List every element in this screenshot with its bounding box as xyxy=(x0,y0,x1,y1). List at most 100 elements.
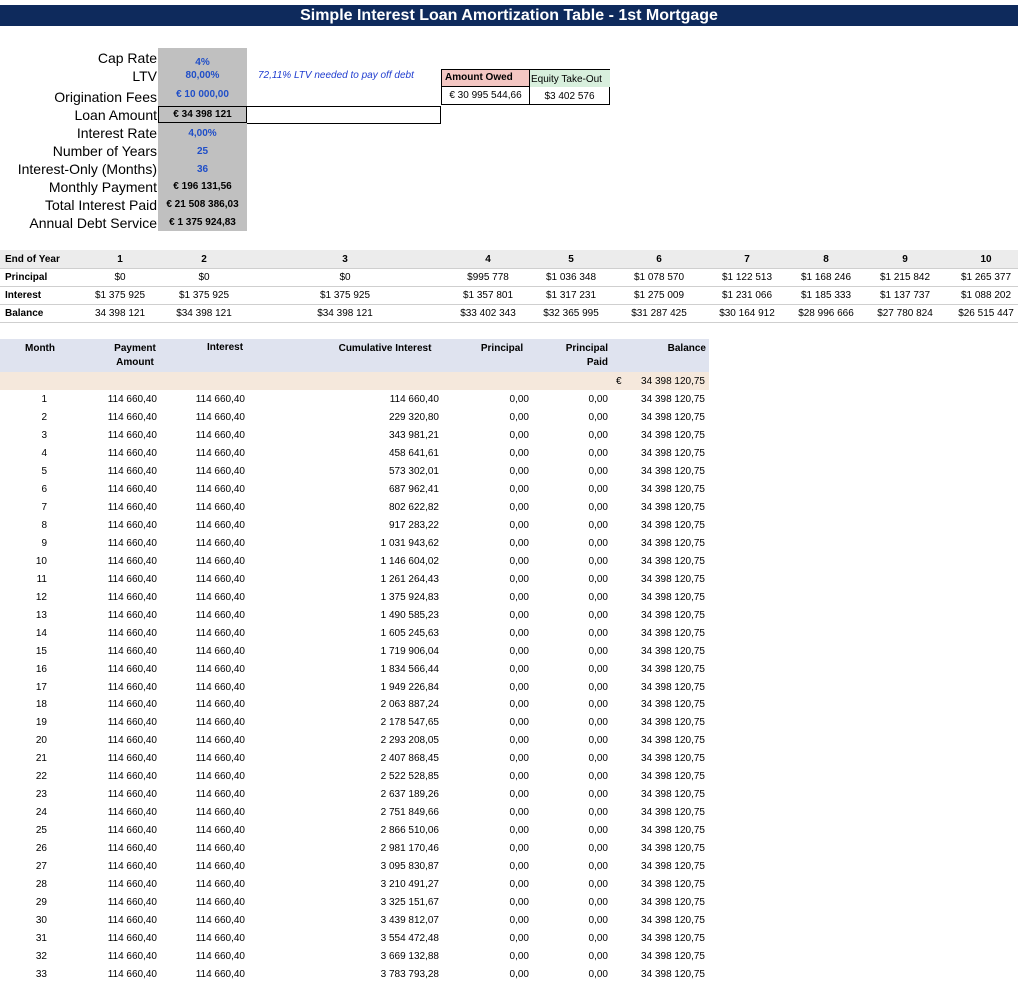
principal-cell[interactable]: 0,00 xyxy=(510,858,529,876)
principal-paid-cell[interactable]: 0,00 xyxy=(589,966,608,984)
balance-cell[interactable]: 34 398 120,75 xyxy=(641,607,705,625)
principal-cell[interactable]: 0,00 xyxy=(510,553,529,571)
yearly-cell[interactable]: $1 185 333 xyxy=(784,287,868,305)
balance-cell[interactable]: 34 398 120,75 xyxy=(641,912,705,930)
yearly-cell[interactable]: $33 402 343 xyxy=(446,305,530,323)
principal-cell[interactable]: 0,00 xyxy=(510,696,529,714)
principal-paid-cell[interactable]: 0,00 xyxy=(589,714,608,732)
principal-paid-cell[interactable]: 0,00 xyxy=(589,463,608,481)
cumulative-interest-cell[interactable]: 2 981 170,46 xyxy=(381,840,439,858)
payment-cell[interactable]: 114 660,40 xyxy=(108,427,157,445)
yearly-cell[interactable]: $0 xyxy=(162,269,246,287)
cumulative-interest-cell[interactable]: 1 031 943,62 xyxy=(381,535,439,553)
cumulative-interest-cell[interactable]: 2 637 189,26 xyxy=(381,786,439,804)
balance-cell[interactable]: 34 398 120,75 xyxy=(641,786,705,804)
yearly-cell[interactable]: $1 317 231 xyxy=(529,287,613,305)
cumulative-interest-cell[interactable]: 3 439 812,07 xyxy=(381,912,439,930)
principal-cell[interactable]: 0,00 xyxy=(510,481,529,499)
payment-cell[interactable]: 114 660,40 xyxy=(108,679,157,697)
cumulative-interest-cell[interactable]: 802 622,82 xyxy=(389,499,439,517)
interest-cell[interactable]: 114 660,40 xyxy=(196,732,245,750)
payment-cell[interactable]: 114 660,40 xyxy=(108,840,157,858)
payment-cell[interactable]: 114 660,40 xyxy=(108,535,157,553)
interest-cell[interactable]: 114 660,40 xyxy=(196,607,245,625)
interest-cell[interactable]: 114 660,40 xyxy=(196,750,245,768)
month-cell[interactable]: 16 xyxy=(36,661,47,679)
payment-cell[interactable]: 114 660,40 xyxy=(108,607,157,625)
yearly-cell[interactable]: $1 375 925 xyxy=(78,287,162,305)
payment-cell[interactable]: 114 660,40 xyxy=(108,481,157,499)
month-cell[interactable]: 14 xyxy=(36,625,47,643)
principal-cell[interactable]: 0,00 xyxy=(510,876,529,894)
interest-cell[interactable]: 114 660,40 xyxy=(196,409,245,427)
yearly-cell[interactable]: $995 778 xyxy=(446,269,530,287)
payment-cell[interactable]: 114 660,40 xyxy=(108,625,157,643)
payment-cell[interactable]: 114 660,40 xyxy=(108,912,157,930)
principal-cell[interactable]: 0,00 xyxy=(510,930,529,948)
balance-cell[interactable]: 34 398 120,75 xyxy=(641,876,705,894)
principal-paid-cell[interactable]: 0,00 xyxy=(589,499,608,517)
principal-cell[interactable]: 0,00 xyxy=(510,571,529,589)
principal-cell[interactable]: 0,00 xyxy=(510,750,529,768)
principal-paid-cell[interactable]: 0,00 xyxy=(589,625,608,643)
balance-cell[interactable]: 34 398 120,75 xyxy=(641,696,705,714)
interest-cell[interactable]: 114 660,40 xyxy=(196,661,245,679)
param-value[interactable]: € 21 508 386,03 xyxy=(158,196,247,214)
cumulative-interest-cell[interactable]: 917 283,22 xyxy=(389,517,439,535)
principal-cell[interactable]: 0,00 xyxy=(510,822,529,840)
balance-cell[interactable]: 34 398 120,75 xyxy=(641,535,705,553)
param-value[interactable]: 4,00% xyxy=(158,125,247,143)
balance-cell[interactable]: 34 398 120,75 xyxy=(641,804,705,822)
month-cell[interactable]: 20 xyxy=(36,732,47,750)
balance-cell[interactable]: 34 398 120,75 xyxy=(641,427,705,445)
principal-paid-cell[interactable]: 0,00 xyxy=(589,876,608,894)
interest-cell[interactable]: 114 660,40 xyxy=(196,894,245,912)
cumulative-interest-cell[interactable]: 1 375 924,83 xyxy=(381,589,439,607)
balance-cell[interactable]: 34 398 120,75 xyxy=(641,858,705,876)
principal-cell[interactable]: 0,00 xyxy=(510,625,529,643)
interest-cell[interactable]: 114 660,40 xyxy=(196,427,245,445)
principal-cell[interactable]: 0,00 xyxy=(510,661,529,679)
principal-paid-cell[interactable]: 0,00 xyxy=(589,786,608,804)
payment-cell[interactable]: 114 660,40 xyxy=(108,876,157,894)
principal-cell[interactable]: 0,00 xyxy=(510,427,529,445)
interest-cell[interactable]: 114 660,40 xyxy=(196,840,245,858)
interest-cell[interactable]: 114 660,40 xyxy=(196,804,245,822)
payment-cell[interactable]: 114 660,40 xyxy=(108,696,157,714)
balance-cell[interactable]: 34 398 120,75 xyxy=(641,822,705,840)
yearly-cell[interactable]: $1 357 801 xyxy=(446,287,530,305)
month-cell[interactable]: 33 xyxy=(36,966,47,984)
yearly-cell[interactable]: $27 780 824 xyxy=(863,305,947,323)
param-value[interactable]: € 1 375 924,83 xyxy=(158,214,247,232)
payment-cell[interactable]: 114 660,40 xyxy=(108,732,157,750)
month-cell[interactable]: 26 xyxy=(36,840,47,858)
principal-cell[interactable]: 0,00 xyxy=(510,607,529,625)
principal-cell[interactable]: 0,00 xyxy=(510,499,529,517)
principal-cell[interactable]: 0,00 xyxy=(510,966,529,984)
cumulative-interest-cell[interactable]: 687 962,41 xyxy=(389,481,439,499)
yearly-cell[interactable]: $34 398 121 xyxy=(162,305,246,323)
payment-cell[interactable]: 114 660,40 xyxy=(108,391,157,409)
payment-cell[interactable]: 114 660,40 xyxy=(108,804,157,822)
param-value[interactable]: € 10 000,00 xyxy=(158,86,247,104)
month-cell[interactable]: 13 xyxy=(36,607,47,625)
principal-paid-cell[interactable]: 0,00 xyxy=(589,858,608,876)
payment-cell[interactable]: 114 660,40 xyxy=(108,409,157,427)
month-cell[interactable]: 5 xyxy=(41,463,47,481)
balance-cell[interactable]: 34 398 120,75 xyxy=(641,391,705,409)
interest-cell[interactable]: 114 660,40 xyxy=(196,391,245,409)
balance-cell[interactable]: 34 398 120,75 xyxy=(641,499,705,517)
cumulative-interest-cell[interactable]: 3 210 491,27 xyxy=(381,876,439,894)
principal-cell[interactable]: 0,00 xyxy=(510,732,529,750)
yearly-cell[interactable]: $1 122 513 xyxy=(705,269,789,287)
interest-cell[interactable]: 114 660,40 xyxy=(196,571,245,589)
balance-cell[interactable]: 34 398 120,75 xyxy=(641,571,705,589)
cumulative-interest-cell[interactable]: 1 261 264,43 xyxy=(381,571,439,589)
yearly-cell[interactable]: $1 137 737 xyxy=(863,287,947,305)
interest-cell[interactable]: 114 660,40 xyxy=(196,912,245,930)
principal-cell[interactable]: 0,00 xyxy=(510,679,529,697)
principal-paid-cell[interactable]: 0,00 xyxy=(589,750,608,768)
month-cell[interactable]: 3 xyxy=(41,427,47,445)
yearly-cell[interactable]: $32 365 995 xyxy=(529,305,613,323)
payment-cell[interactable]: 114 660,40 xyxy=(108,768,157,786)
